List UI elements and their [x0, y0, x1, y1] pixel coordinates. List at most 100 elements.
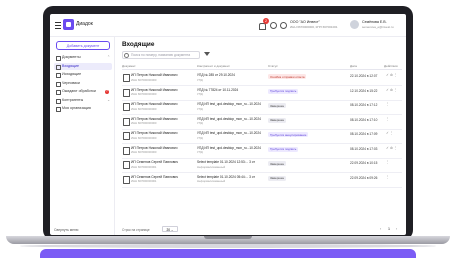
row-sender: ИП Петров Николай Иванович — [131, 87, 178, 92]
row-document-type: УПД — [197, 135, 203, 140]
table-row[interactable]: ИП Петров Николай Иванович ИНН 6670000000… — [122, 100, 402, 115]
user-name[interactable]: Семёнова Е.В. — [362, 20, 387, 24]
page-title: Входящие — [122, 41, 155, 48]
table-row[interactable]: ИП Петров Николай Иванович ИНН 6670000000… — [122, 115, 402, 130]
row-document-type: Неформализованный — [197, 164, 226, 169]
row-actions[interactable]: ✓ ⊘ ⋮ — [386, 88, 398, 92]
org-name[interactable]: ООО "АО Инвест" — [290, 20, 320, 24]
status-badge: Требуется аннулирование — [268, 132, 309, 138]
table-row[interactable]: ИП Семенов Сергей Павлович ИНН 6670000000… — [122, 173, 402, 188]
purple-banner — [40, 249, 416, 258]
gear-icon[interactable] — [270, 22, 277, 29]
row-date: 08.10.2024 в 17:10 — [350, 117, 378, 122]
row-sender: ИП Петров Николай Иванович — [131, 116, 178, 121]
table-row[interactable]: ИП Семенов Сергей Павлович ИНН 6670000000… — [122, 158, 402, 173]
column-header-document[interactable]: Документ — [122, 64, 136, 68]
row-document-name[interactable]: Select template 01.10.2024 12:53:... 3 о… — [197, 160, 263, 164]
row-sender: ИП Петров Николай Иванович — [131, 73, 178, 77]
row-actions[interactable]: ⋮ — [386, 117, 390, 121]
main-content: Входящие Поиск по номеру, названию докум… — [118, 37, 406, 235]
sidebar-item[interactable]: Контрагенты ⌄ — [54, 97, 112, 104]
row-sender: ИП Семенов Сергей Павлович — [131, 174, 179, 179]
row-sender-inn: ИНН 667000000000 — [131, 150, 157, 154]
search-input[interactable]: Поиск по номеру, названию документа — [122, 51, 200, 59]
laptop-notch — [204, 236, 252, 239]
document-icon — [123, 146, 130, 155]
row-document-name[interactable]: УПД ИП test_upd.desktop_mon_ru...10.2024 — [197, 131, 263, 135]
document-icon — [123, 74, 130, 82]
row-document-name[interactable]: УПД № 285 от 29.10.2024 — [197, 73, 263, 77]
row-date: 08.10.2024 в 17:12 — [350, 103, 378, 107]
row-document-name[interactable]: УПД ИП test_upd.desktop_mon_ru...10.2024 — [197, 146, 263, 150]
row-actions[interactable]: ⋮ — [386, 102, 390, 106]
sidebar-item[interactable]: Исходящие — [54, 71, 112, 78]
row-date: 22.09.2024 в 09:26 — [350, 175, 378, 180]
add-document-button[interactable]: Добавить документ — [56, 41, 110, 50]
column-header-date[interactable]: Дата — [350, 64, 357, 68]
app-logo[interactable] — [63, 19, 74, 30]
avatar[interactable] — [350, 20, 359, 29]
sidebar-item[interactable]: Черновики — [54, 80, 112, 87]
chevron-icon[interactable]: ⌃ — [107, 54, 110, 61]
sidebar-item-label: Черновики — [62, 80, 80, 85]
status-badge: Завершен — [268, 175, 287, 181]
row-document-name[interactable]: УПД ИП test_upd.desktop_mon_ru...10.2024 — [197, 117, 263, 121]
status-badge: Завершен — [268, 117, 287, 123]
chevron-icon[interactable]: ⌄ — [107, 97, 110, 104]
rows-per-page-select[interactable]: 20 ⌄ — [162, 226, 178, 232]
row-sender: ИП Петров Николай Иванович — [131, 102, 178, 106]
sidebar-item[interactable]: Входящие — [54, 62, 112, 70]
row-document-type: УПД — [197, 77, 203, 82]
laptop-shadow — [20, 244, 436, 248]
sidebar-item[interactable]: Ожидают обработки 7 — [54, 88, 112, 95]
topbar: Диадок 2 ООО "АО Инвест" ИНН 6670000000,… — [50, 14, 406, 37]
row-actions[interactable]: ✓ ⊘ ⋮ — [386, 146, 398, 150]
row-sender-inn: ИНН 667000000000 — [131, 135, 157, 140]
table-row[interactable]: ИП Петров Николай Иванович ИНН 6670000000… — [122, 144, 402, 159]
sidebar-item-label: Контрагенты — [62, 97, 84, 102]
column-header-status[interactable]: Статус — [268, 64, 278, 68]
row-document-type: УПД — [197, 106, 203, 111]
help-icon[interactable] — [280, 22, 287, 29]
status-badge: Требуется подпись — [268, 88, 299, 94]
notifications-badge: 2 — [263, 18, 269, 24]
header-divider — [122, 69, 402, 70]
row-sender-inn: ИНН 667000000001 — [131, 164, 157, 169]
sidebar-item-label: Ожидают обработки — [62, 89, 96, 93]
row-sender-inn: ИНН 667000000001 — [131, 179, 157, 183]
row-document-name[interactable]: Select template 01.10.2024 05:44:... 3 о… — [197, 175, 263, 179]
sidebar-item[interactable]: Документы ⌃ — [54, 54, 112, 61]
row-date: 08.10.2024 в 17:03 — [350, 146, 378, 151]
user-email: semenova_e@invest.ru — [362, 25, 394, 29]
table-row[interactable]: ИП Петров Николай Иванович ИНН 6670000000… — [122, 71, 402, 86]
sidebar-item[interactable]: Моя организация — [54, 105, 112, 112]
bell-icon[interactable] — [259, 23, 266, 30]
pager-next-button[interactable]: › — [396, 227, 397, 231]
rows-per-page-label: Строк на странице — [122, 228, 150, 232]
row-actions[interactable]: ⋮ — [386, 160, 390, 164]
collapse-menu-button[interactable]: Свернуть меню — [54, 228, 78, 232]
sidebar: Добавить документ Документы ⌃ Входящие Исхо… — [50, 37, 115, 235]
document-icon — [123, 117, 130, 126]
status-badge: Ошибка отправки ответа — [268, 74, 307, 80]
row-actions[interactable]: ⋮ — [386, 175, 390, 179]
row-document-name[interactable]: УПД № 77824 от 10.11.2024 — [197, 88, 263, 92]
row-document-name[interactable]: УПД ИП test_upd.desktop_mon_ru...10.2024 — [197, 102, 263, 106]
row-document-type: Неформализованный — [197, 179, 226, 183]
row-sender: ИП Петров Николай Иванович — [131, 131, 178, 135]
row-actions[interactable]: ✓ ⋮ — [386, 131, 394, 135]
menu-icon[interactable] — [55, 22, 61, 29]
column-header-counterparty[interactable]: Контрагент и документ — [197, 64, 230, 68]
row-sender-inn: ИНН 667000000000 — [131, 106, 157, 111]
pager-current-page[interactable]: 1 — [388, 227, 390, 231]
row-actions[interactable]: ✓ ⊘ ⋮ — [386, 73, 398, 77]
row-sender-inn: ИНН 667000000000 — [131, 92, 157, 96]
column-header-actions: Действия — [384, 64, 398, 68]
pager-prev-button[interactable]: ‹ — [380, 227, 381, 231]
table-row[interactable]: ИП Петров Николай Иванович ИНН 6670000000… — [122, 86, 402, 101]
filter-icon[interactable] — [204, 52, 210, 56]
table-row[interactable]: ИП Петров Николай Иванович ИНН 6670000000… — [122, 129, 402, 144]
sidebar-item-label: Моя организация — [62, 106, 91, 110]
row-date: 22.09.2024 в 10:15 — [350, 161, 378, 165]
status-badge: Требуется подпись — [268, 146, 299, 152]
